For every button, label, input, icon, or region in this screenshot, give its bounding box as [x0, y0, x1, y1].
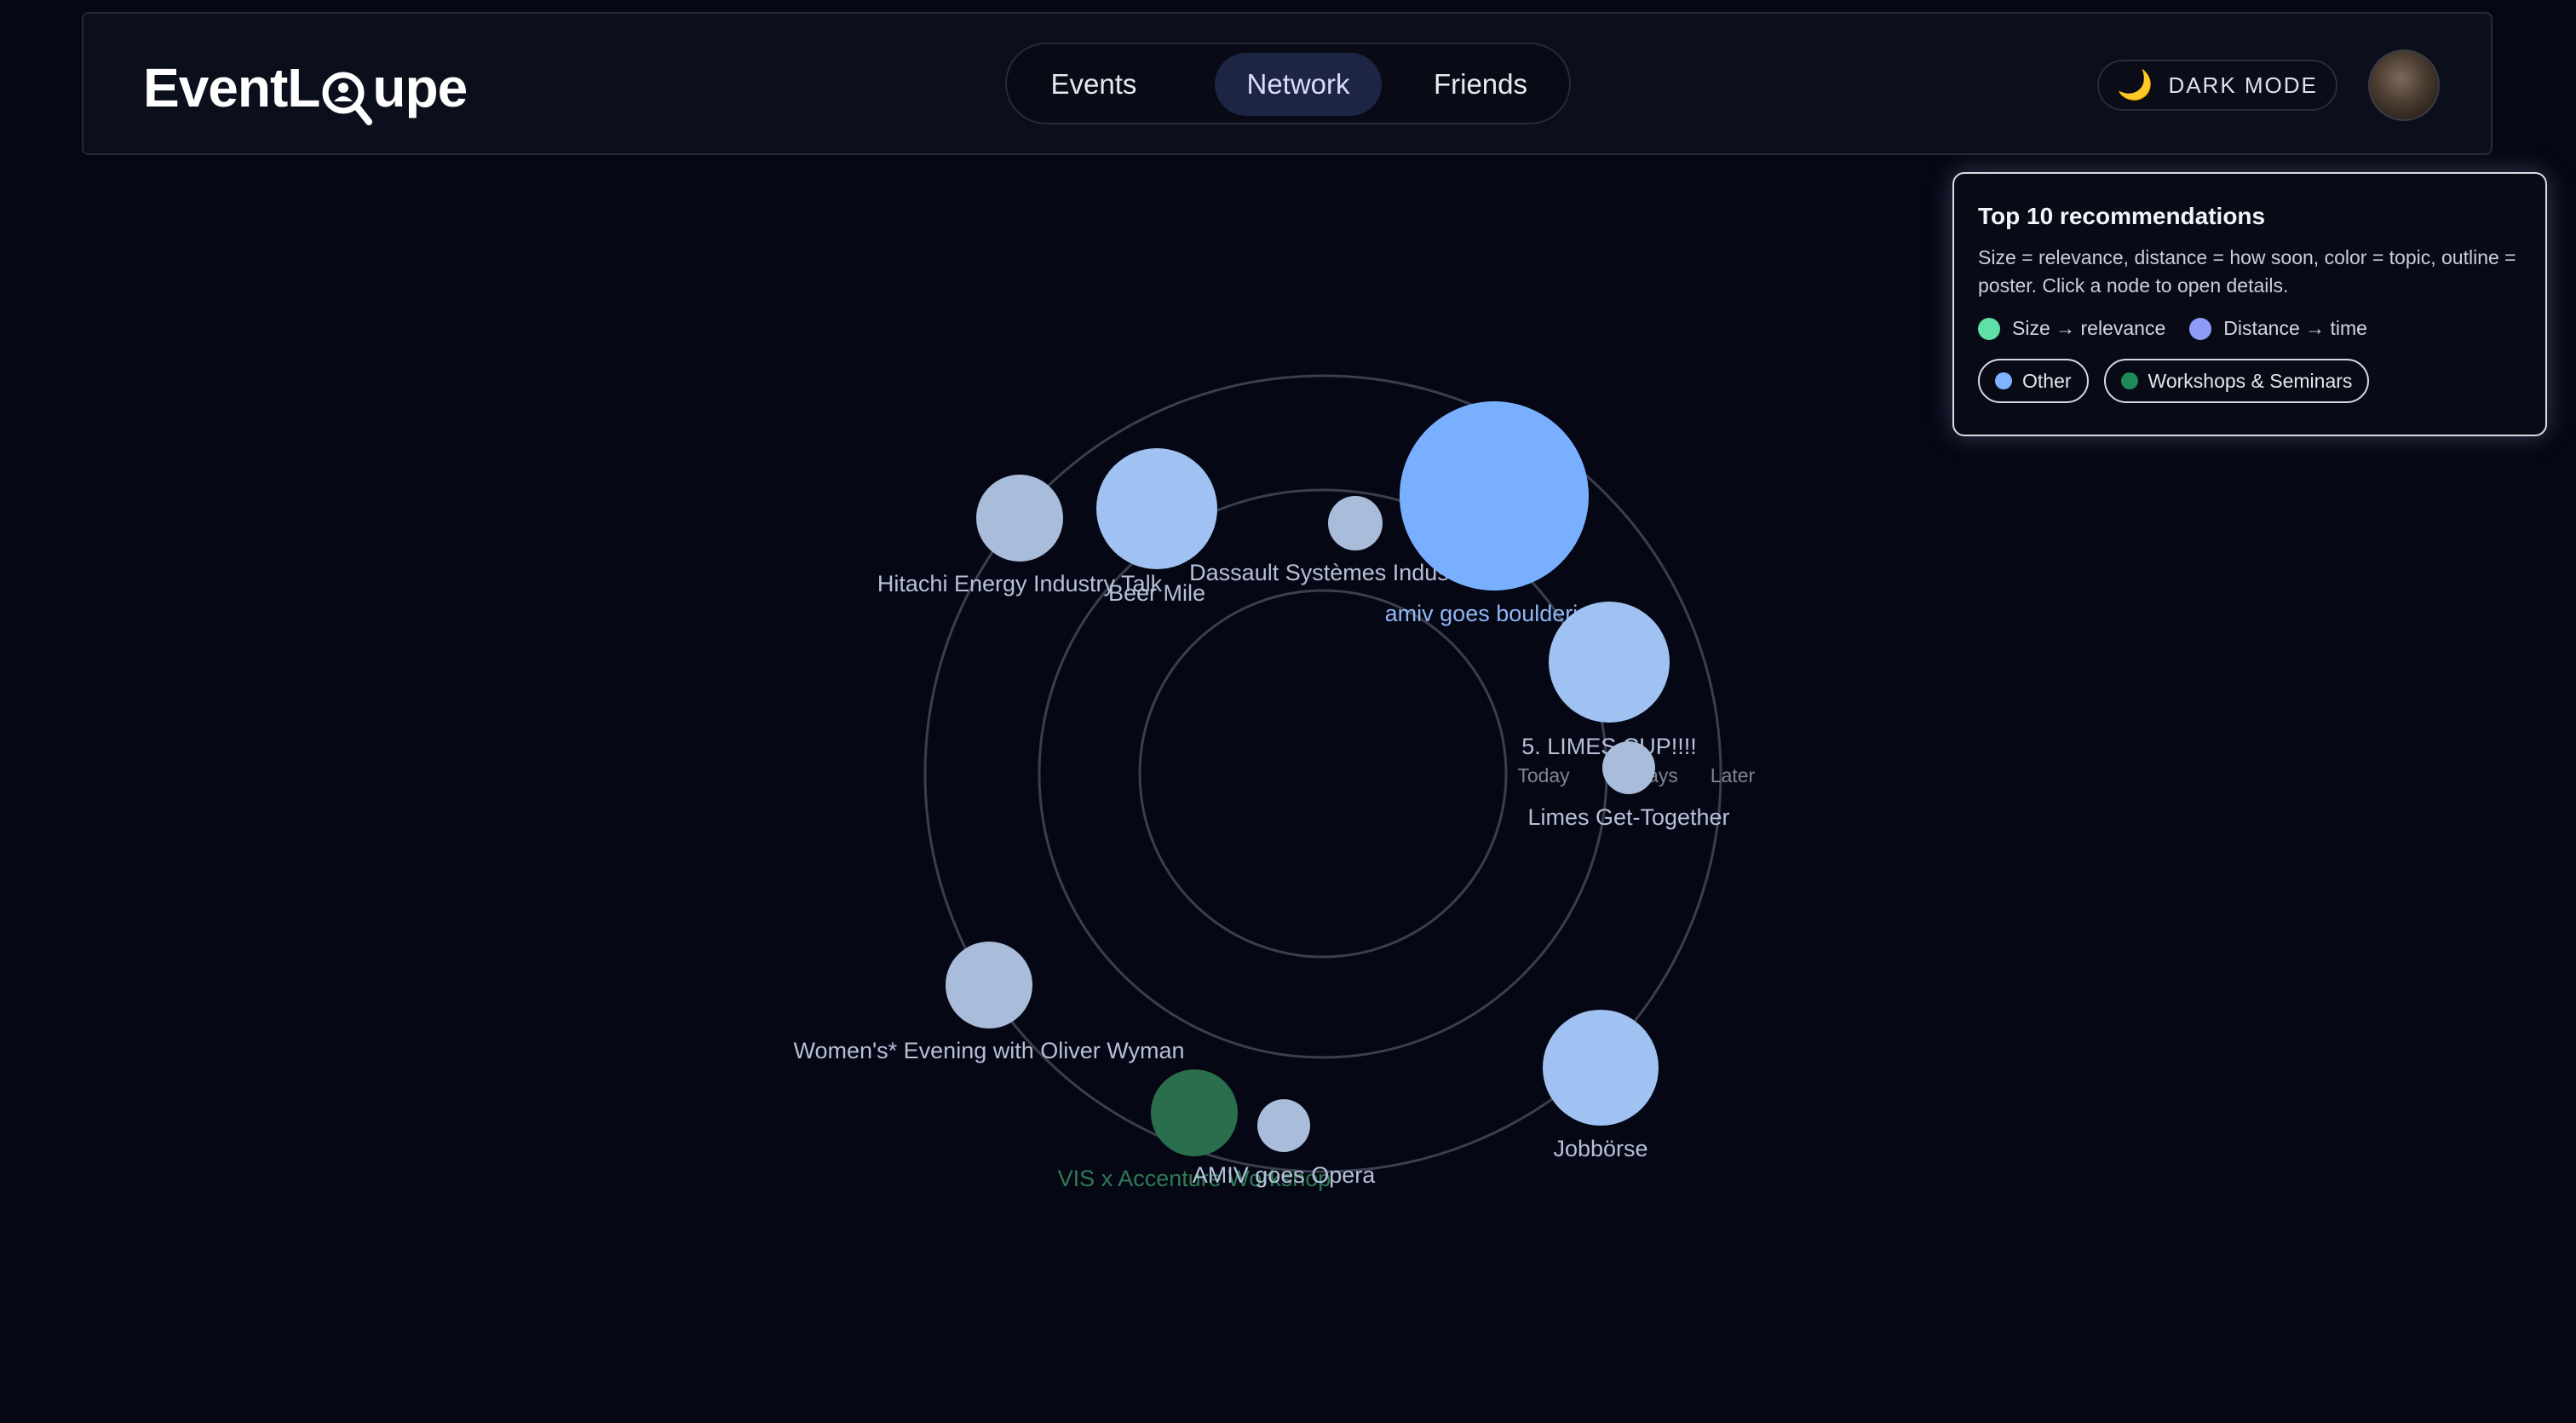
- event-node-label: Limes Get-Together: [1527, 804, 1729, 830]
- legend-item-size: Size → relevance: [1978, 317, 2165, 340]
- event-node-circle[interactable]: [1543, 1010, 1659, 1126]
- event-node-circle[interactable]: [1151, 1069, 1238, 1156]
- ring-label-today: Today: [1517, 764, 1570, 786]
- app-root: Today 7 days Later Hitachi Energy Indust…: [0, 0, 2576, 1423]
- topic-dot: [2120, 372, 2138, 389]
- legend-dot: [1978, 317, 2000, 340]
- event-node-circle[interactable]: [1328, 496, 1383, 550]
- event-node-label: AMIV goes Opera: [1193, 1162, 1377, 1188]
- magnifier-person-icon: [321, 60, 373, 125]
- event-node-circle[interactable]: [976, 475, 1063, 562]
- event-node-amiv-goes-bouldering[interactable]: amiv goes bouldering: [1385, 401, 1604, 626]
- avatar[interactable]: [2368, 49, 2440, 121]
- topic-chip-other[interactable]: Other: [1978, 359, 2089, 403]
- panel-title: Top 10 recommendations: [1978, 203, 2266, 229]
- event-node-label: Jobbörse: [1553, 1136, 1647, 1161]
- topic-chip-workshops-seminars[interactable]: Workshops & Seminars: [2103, 359, 2370, 403]
- ring-today: [1138, 589, 1508, 959]
- moon-icon: 🌙: [2117, 69, 2155, 101]
- tab-network[interactable]: Network: [1215, 53, 1382, 116]
- tab-events[interactable]: Events: [1021, 53, 1167, 116]
- legend-label: Size → relevance: [2012, 317, 2166, 339]
- event-node-jobboerse[interactable]: Jobbörse: [1543, 1010, 1659, 1161]
- recommendations-panel: Top 10 recommendations Size = relevance,…: [1952, 172, 2547, 436]
- legend-item-distance: Distance → time: [2189, 317, 2367, 340]
- legend-label: Distance → time: [2223, 317, 2367, 339]
- ring-label-later: Later: [1711, 764, 1756, 786]
- event-node-circle[interactable]: [1096, 448, 1217, 569]
- main-nav: Events Network Friends: [1005, 43, 1571, 124]
- logo-text-suffix: upe: [372, 57, 468, 118]
- event-node-circle[interactable]: [1602, 741, 1655, 794]
- legend: Size → relevance Distance → time: [1978, 317, 2521, 340]
- dark-mode-toggle[interactable]: 🌙 DARK MODE: [2097, 60, 2337, 111]
- event-node-circle[interactable]: [1257, 1099, 1310, 1152]
- topic-dot: [1995, 372, 2012, 389]
- topic-chip-label: Workshops & Seminars: [2148, 369, 2353, 392]
- tab-friends[interactable]: Friends: [1407, 53, 1554, 116]
- panel-description: Size = relevance, distance = how soon, c…: [1978, 246, 2516, 297]
- top-bar: EventL upe Events Network Friends 🌙 DARK…: [82, 12, 2493, 155]
- topic-chip-label: Other: [2022, 369, 2072, 392]
- event-node-womens-evening-oliver-wyman[interactable]: Women's* Evening with Oliver Wyman: [793, 942, 1185, 1063]
- event-node-circle[interactable]: [1549, 602, 1670, 723]
- legend-dot: [2189, 317, 2212, 340]
- event-node-circle[interactable]: [946, 942, 1032, 1028]
- topic-filters: Other Workshops & Seminars: [1978, 359, 2521, 403]
- app-logo[interactable]: EventL upe: [143, 56, 468, 125]
- event-node-label: Women's* Evening with Oliver Wyman: [793, 1038, 1184, 1063]
- dark-mode-label: DARK MODE: [2168, 72, 2318, 98]
- logo-text-prefix: EventL: [143, 57, 320, 118]
- event-node-circle[interactable]: [1400, 401, 1589, 591]
